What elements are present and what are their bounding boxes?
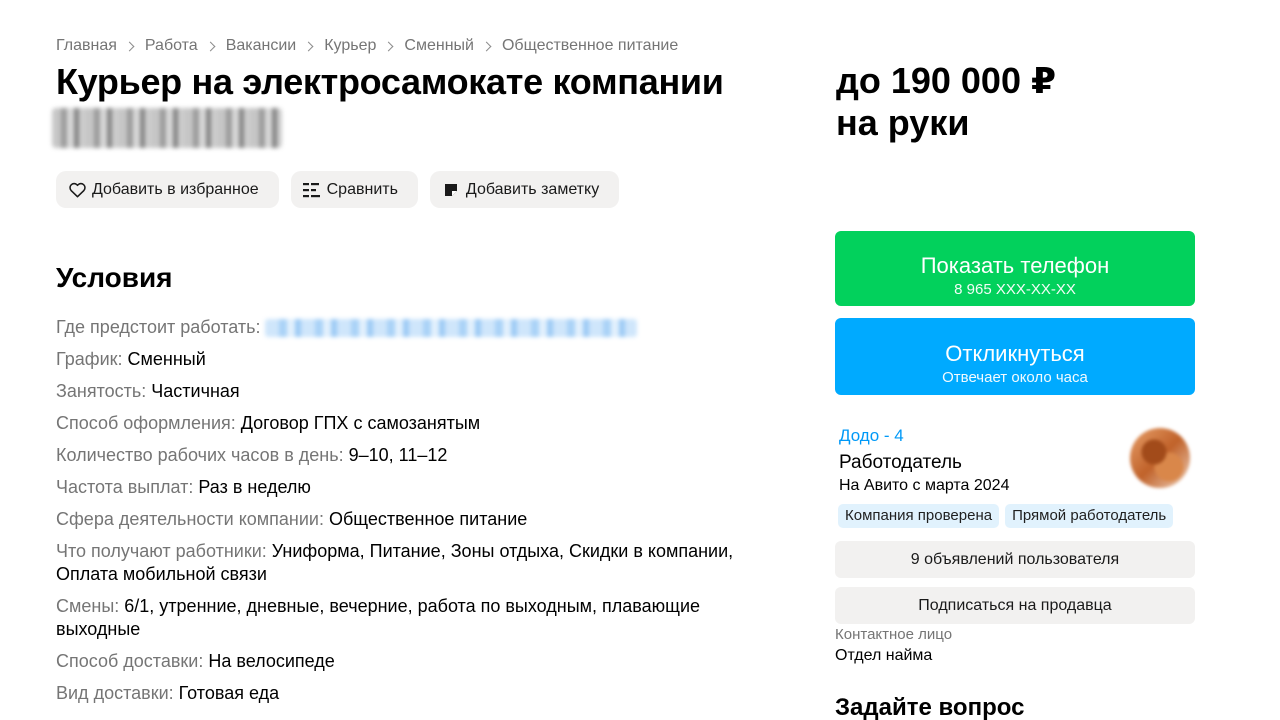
conditions-list: Где предстоит работать: График: Сменный …: [56, 316, 776, 714]
add-to-favorites-label: Добавить в избранное: [92, 180, 259, 198]
compare-list-icon: [303, 181, 321, 199]
badge-verified-company: Компания проверена: [838, 504, 1000, 528]
condition-hours: Количество рабочих часов в день: 9–10, 1…: [56, 444, 776, 467]
listing-actions: Добавить в избранное Сравнить Добавить з…: [56, 171, 620, 208]
condition-label: Смены:: [56, 596, 120, 616]
condition-label: График:: [56, 349, 123, 369]
condition-value: Договор ГПХ с самозанятым: [240, 413, 481, 433]
respond-label: Откликнуться: [945, 340, 1085, 366]
subscribe-seller-button[interactable]: Подписаться на продавца: [835, 587, 1195, 624]
condition-payment-frequency: Частота выплат: Раз в неделю: [56, 476, 776, 499]
add-note-label: Добавить заметку: [465, 180, 600, 198]
condition-value: Частичная: [151, 381, 240, 401]
respond-button[interactable]: Откликнуться Отвечает около часа: [835, 318, 1195, 395]
seller-role: Работодатель: [839, 452, 962, 473]
condition-label: Занятость:: [56, 381, 147, 401]
chevron-right-icon: [481, 41, 492, 51]
add-note-button[interactable]: Добавить заметку: [429, 171, 620, 208]
phone-number-masked: 8 965 XXX-XX-XX: [954, 280, 1076, 298]
condition-label: Вид доставки:: [56, 683, 174, 703]
seller-badges: Компания проверена Прямой работодатель: [838, 504, 1174, 528]
chevron-right-icon: [303, 41, 314, 51]
condition-label: Что получают работники:: [56, 541, 267, 561]
contact-person-value: Отдел найма: [835, 647, 933, 664]
compare-label: Сравнить: [326, 180, 398, 198]
condition-value: Сменный: [127, 349, 206, 369]
condition-employment: Занятость: Частичная: [56, 380, 776, 403]
condition-value: 9–10, 11–12: [348, 445, 448, 465]
conditions-title: Условия: [56, 262, 173, 293]
condition-label: Количество рабочих часов в день:: [56, 445, 344, 465]
breadcrumb-work[interactable]: Работа: [145, 37, 198, 55]
condition-schedule: График: Сменный: [56, 348, 776, 371]
note-icon: [442, 181, 460, 199]
add-to-favorites-button[interactable]: Добавить в избранное: [56, 171, 279, 208]
page-title: Курьер на электросамокате компании: [56, 61, 724, 102]
condition-label: Сфера деятельности компании:: [56, 509, 324, 529]
condition-label: Способ оформления:: [56, 413, 236, 433]
breadcrumb-shift[interactable]: Сменный: [404, 37, 474, 55]
condition-label: Где предстоит работать:: [56, 317, 261, 337]
condition-value: Готовая еда: [178, 683, 280, 703]
condition-benefits: Что получают работники: Униформа, Питани…: [56, 540, 776, 586]
seller-name-link[interactable]: Додо - 4: [839, 426, 904, 446]
salary-amount: до 190 000 ₽: [836, 60, 1057, 101]
show-phone-button[interactable]: Показать телефон 8 965 XXX-XX-XX: [835, 231, 1195, 306]
breadcrumb-courier[interactable]: Курьер: [324, 37, 376, 55]
chevron-right-icon: [383, 41, 394, 51]
response-time: Отвечает около часа: [942, 368, 1088, 386]
chevron-right-icon: [124, 41, 135, 51]
condition-value: 6/1, утренние, дневные, вечерние, работа…: [56, 596, 701, 639]
condition-delivery-method: Способ доставки: На велосипеде: [56, 650, 776, 673]
condition-value: Общественное питание: [328, 509, 528, 529]
condition-delivery-type: Вид доставки: Готовая еда: [56, 682, 776, 705]
breadcrumb-home[interactable]: Главная: [56, 37, 117, 55]
condition-location: Где предстоит работать:: [56, 316, 776, 339]
breadcrumb: Главная Работа Вакансии Курьер Сменный О…: [56, 37, 678, 55]
contact-person-label: Контактное лицо: [835, 626, 953, 643]
show-phone-label: Показать телефон: [920, 252, 1110, 278]
ask-question-title: Задайте вопрос: [835, 694, 1025, 720]
user-ads-button[interactable]: 9 объявлений пользователя: [835, 541, 1195, 578]
salary-note: на руки: [836, 102, 970, 143]
blurred-address: [264, 319, 637, 338]
badge-direct-employer: Прямой работодатель: [1005, 504, 1174, 528]
condition-value: Раз в неделю: [198, 477, 311, 497]
condition-label: Частота выплат:: [56, 477, 194, 497]
condition-label: Способ доставки:: [56, 651, 204, 671]
heart-icon: [68, 181, 86, 199]
breadcrumb-catering[interactable]: Общественное питание: [502, 37, 678, 55]
breadcrumb-vacancies[interactable]: Вакансии: [226, 37, 297, 55]
blurred-company-name: [52, 108, 282, 148]
avatar[interactable]: [1130, 428, 1190, 488]
condition-contract: Способ оформления: Договор ГПХ с самозан…: [56, 412, 776, 435]
condition-industry: Сфера деятельности компании: Общественно…: [56, 508, 776, 531]
condition-shifts: Смены: 6/1, утренние, дневные, вечерние,…: [56, 595, 776, 641]
chevron-right-icon: [205, 41, 216, 51]
compare-button[interactable]: Сравнить: [290, 171, 418, 208]
seller-since: На Авито с марта 2024: [839, 477, 1010, 494]
salary: до 190 000 ₽ на руки: [836, 60, 1056, 144]
condition-value: На велосипеде: [208, 651, 335, 671]
